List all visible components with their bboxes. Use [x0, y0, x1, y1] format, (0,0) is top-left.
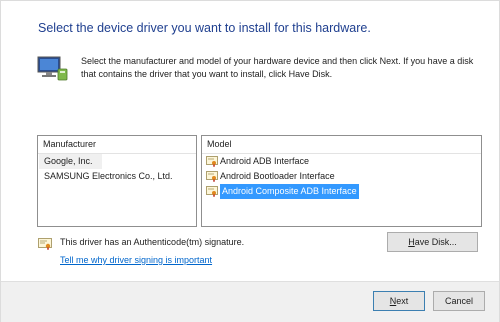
model-header: Model [202, 136, 481, 154]
manufacturer-header: Manufacturer [38, 136, 196, 154]
certificate-icon [38, 238, 52, 250]
model-item-bootloader-interface[interactable]: Android Bootloader Interface [202, 169, 481, 184]
certificate-icon [206, 186, 218, 197]
monitor-icon [37, 56, 68, 81]
certificate-icon [206, 156, 218, 167]
next-label: ext [396, 296, 409, 306]
manufacturer-item-samsung[interactable]: SAMSUNG Electronics Co., Ltd. [38, 169, 196, 184]
model-item-adb-interface[interactable]: Android ADB Interface [202, 154, 481, 169]
certificate-icon [206, 171, 218, 182]
dialog: Select the device driver you want to ins… [0, 0, 500, 322]
model-item-label: Android Composite ADB Interface [220, 184, 359, 199]
next-button[interactable]: Next [373, 291, 425, 311]
model-item-composite-adb-interface[interactable]: Android Composite ADB Interface [202, 184, 481, 199]
driver-signing-link[interactable]: Tell me why driver signing is important [60, 255, 212, 265]
cancel-button[interactable]: Cancel [433, 291, 485, 311]
have-disk-label: ave Disk... [414, 237, 457, 247]
model-item-label: Android Bootloader Interface [220, 171, 335, 181]
model-item-label: Android ADB Interface [220, 156, 310, 166]
manufacturer-list[interactable]: Manufacturer Google, Inc. SAMSUNG Electr… [37, 135, 197, 227]
manufacturer-item-google[interactable]: Google, Inc. [39, 154, 102, 169]
signature-status-text: This driver has an Authenticode(tm) sign… [60, 237, 245, 247]
have-disk-button[interactable]: Have Disk... [387, 232, 478, 252]
page-title: Select the device driver you want to ins… [38, 21, 371, 35]
instructions-text: Select the manufacturer and model of you… [81, 56, 474, 79]
model-list[interactable]: Model Android ADB Interface Android Boot… [201, 135, 482, 227]
